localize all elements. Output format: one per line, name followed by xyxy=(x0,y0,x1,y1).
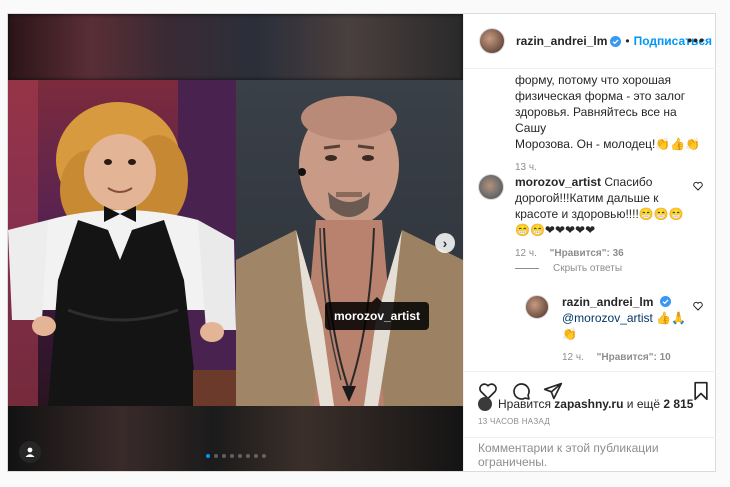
reply-emoji: 👏 xyxy=(562,327,577,341)
photo-left-figure xyxy=(8,80,236,406)
author-avatar[interactable] xyxy=(479,28,505,54)
reply-item: razin_andrei_lm @morozov_artist 👍🙏 👏 12 … xyxy=(562,294,687,363)
likes-prefix: Нравится xyxy=(498,397,551,411)
chevron-right-icon: › xyxy=(442,235,448,251)
photo-right-figure xyxy=(236,96,463,406)
reply-username[interactable]: razin_andrei_lm xyxy=(562,295,653,309)
likes-count[interactable]: 2 815 xyxy=(663,397,693,411)
comment-likes[interactable]: "Нравится": 36 xyxy=(550,248,624,259)
comment-time: 12 ч. xyxy=(515,248,537,259)
media-blur-bottom xyxy=(8,406,463,471)
comment-text-line: Морозова. Он - молодец!👏👍👏 xyxy=(515,137,701,151)
hide-replies-label[interactable]: Скрыть ответы xyxy=(553,263,622,274)
comment-like-heart-icon[interactable] xyxy=(693,181,703,191)
carousel-dot xyxy=(254,454,258,458)
photo-right xyxy=(236,80,463,406)
verified-badge-icon xyxy=(610,35,622,47)
likes-summary: Нравится zapashny.ru и ещё 2 815 xyxy=(478,397,710,411)
comments-list[interactable]: форму, потому что хорошая физическая фор… xyxy=(464,70,716,370)
user-tag-chip[interactable]: morozov_artist xyxy=(325,297,430,330)
post-media[interactable]: › morozov_artist xyxy=(8,14,463,471)
reply-likes[interactable]: "Нравится": 10 xyxy=(597,352,671,363)
carousel-indicator xyxy=(206,454,266,458)
comment-time: 13 ч. xyxy=(515,162,537,173)
comments-limited-notice: Комментарии к этой публикации ограничены… xyxy=(464,437,716,471)
user-icon xyxy=(25,447,35,457)
carousel-dot xyxy=(230,454,234,458)
carousel-dot xyxy=(238,454,242,458)
reply-mention[interactable]: @morozov_artist xyxy=(562,311,653,325)
liker-avatar[interactable] xyxy=(478,397,492,411)
comment-text-line: дорогой!!!Катим дальше к xyxy=(515,191,659,205)
post-card: › morozov_artist razin_andrei_lm • Подпи… xyxy=(7,13,716,472)
media-blur-top xyxy=(8,14,463,80)
liker-username[interactable]: zapashny.ru xyxy=(554,397,623,411)
hide-replies-toggle[interactable]: Скрыть ответы xyxy=(515,263,622,274)
reply-emoji: 👍🙏 xyxy=(656,311,687,325)
carousel-dot xyxy=(246,454,250,458)
comment-text-line: здоровья. Равняйтесь все на Сашу xyxy=(515,105,677,135)
author-username[interactable]: razin_andrei_lm xyxy=(516,34,607,48)
post-sidebar: razin_andrei_lm • Подписаться ••• форму,… xyxy=(463,14,716,471)
comment-text-line: Спасибо xyxy=(604,175,653,189)
carousel-dot xyxy=(262,454,266,458)
post-time-ago[interactable]: 13 ЧАСОВ НАЗАД xyxy=(478,417,550,426)
comment-text-line: 😁😁❤❤❤❤❤ xyxy=(515,223,596,237)
carousel-dot xyxy=(214,454,218,458)
comment-item: morozov_artist Спасибо дорогой!!!Катим д… xyxy=(515,174,690,259)
likes-suffix: и ещё xyxy=(626,397,661,411)
photo-left xyxy=(8,80,236,406)
comment-text-line: форму, потому что хорошая xyxy=(515,73,672,87)
carousel-dot xyxy=(206,454,210,458)
more-options-button[interactable]: ••• xyxy=(687,33,705,47)
commenter-avatar[interactable] xyxy=(478,174,504,200)
comment-text-line: красоте и здоровью!!!!😁😁😁 xyxy=(515,207,684,221)
reply-avatar[interactable] xyxy=(525,295,549,319)
header-separator: • xyxy=(625,34,630,48)
post-header: razin_andrei_lm • Подписаться ••• xyxy=(464,14,716,69)
comment-caption: форму, потому что хорошая физическая фор… xyxy=(515,72,710,173)
comment-text-line: физическая форма - это залог xyxy=(515,89,686,103)
next-slide-button[interactable]: › xyxy=(435,233,455,253)
comment-username[interactable]: morozov_artist xyxy=(515,175,601,189)
tagged-users-button[interactable] xyxy=(19,441,41,463)
reply-like-heart-icon[interactable] xyxy=(693,301,703,311)
replies-divider xyxy=(515,268,539,269)
reply-time: 12 ч. xyxy=(562,352,584,363)
verified-badge-icon xyxy=(659,296,671,307)
carousel-dot xyxy=(222,454,226,458)
